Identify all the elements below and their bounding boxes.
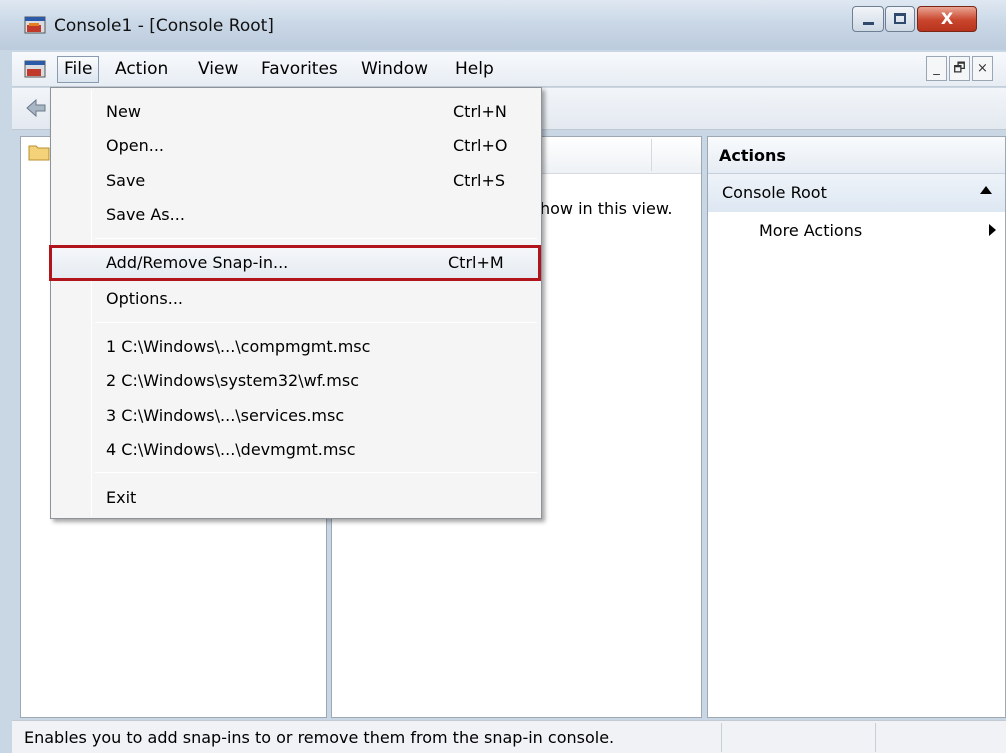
back-arrow-icon[interactable] (25, 98, 47, 118)
close-button[interactable]: X (917, 6, 977, 32)
menu-item-shortcut: Ctrl+O (453, 136, 508, 155)
folder-icon (28, 145, 50, 161)
menu-item-add-remove-snap-in[interactable]: Add/Remove Snap-in... Ctrl+M (49, 245, 541, 281)
title-bar: Console1 - [Console Root] X (0, 0, 1006, 50)
menu-item-label: Save As... (106, 205, 185, 224)
menu-item-recent-4[interactable]: 4 C:\Windows\...\devmgmt.msc (53, 435, 539, 465)
menu-separator (95, 238, 537, 239)
actions-group-console-root[interactable]: Console Root (708, 174, 1005, 212)
menu-favorites[interactable]: Favorites (255, 56, 344, 83)
mmc-app-icon (24, 16, 46, 34)
menu-item-new[interactable]: New Ctrl+N (53, 97, 539, 127)
menu-item-shortcut: Ctrl+N (453, 102, 507, 121)
maximize-icon (894, 13, 906, 24)
menu-item-recent-2[interactable]: 2 C:\Windows\system32\wf.msc (53, 366, 539, 396)
menu-window[interactable]: Window (355, 56, 434, 83)
menu-item-label: 3 C:\Windows\...\services.msc (106, 406, 345, 425)
menu-item-label: Open... (106, 136, 164, 155)
menu-separator (95, 472, 537, 473)
menu-item-recent-1[interactable]: 1 C:\Windows\...\compmgmt.msc (53, 332, 539, 362)
menu-item-label: New (106, 102, 141, 121)
menu-action[interactable]: Action (109, 56, 174, 83)
maximize-button[interactable] (885, 6, 915, 32)
menu-separator (95, 322, 537, 323)
menu-help[interactable]: Help (449, 56, 500, 83)
menu-view[interactable]: View (192, 56, 244, 83)
menu-item-label: 2 C:\Windows\system32\wf.msc (106, 371, 359, 390)
status-divider (875, 723, 876, 752)
menu-item-recent-3[interactable]: 3 C:\Windows\...\services.msc (53, 401, 539, 431)
menu-item-shortcut: Ctrl+M (448, 253, 504, 272)
console-icon[interactable] (24, 59, 46, 79)
menu-item-save-as[interactable]: Save As... (53, 200, 539, 230)
menu-item-open[interactable]: Open... Ctrl+O (53, 131, 539, 161)
menu-item-label: Add/Remove Snap-in... (106, 253, 289, 272)
column-separator (651, 139, 652, 171)
menu-item-label: 4 C:\Windows\...\devmgmt.msc (106, 440, 356, 459)
menu-file[interactable]: File (57, 56, 100, 83)
actions-header: Actions (708, 137, 1005, 174)
menu-item-label: Options... (106, 289, 183, 308)
menu-item-label: 1 C:\Windows\...\compmgmt.msc (106, 337, 371, 356)
mdi-close-button[interactable]: × (972, 56, 993, 81)
menu-item-label: Exit (106, 488, 137, 507)
menu-item-shortcut: Ctrl+S (453, 171, 506, 190)
menu-item-exit[interactable]: Exit (53, 483, 539, 513)
file-menu-dropdown: New Ctrl+N Open... Ctrl+O Save Ctrl+S Sa… (49, 87, 542, 519)
status-divider (721, 723, 722, 752)
minimize-icon (863, 22, 874, 25)
minimize-button[interactable] (852, 6, 884, 32)
menu-item-save[interactable]: Save Ctrl+S (53, 166, 539, 196)
submenu-arrow-icon (989, 224, 996, 236)
menu-item-label: Save (106, 171, 146, 190)
mdi-minimize-button[interactable]: _ (926, 56, 947, 81)
status-bar: Enables you to add snap-ins to or remove… (12, 720, 1006, 753)
empty-view-message: how in this view. (540, 199, 673, 218)
more-actions-item[interactable]: More Actions (759, 221, 862, 240)
collapse-up-icon[interactable] (980, 186, 992, 194)
mdi-restore-button[interactable]: 🗗 (949, 56, 970, 81)
window-title: Console1 - [Console Root] (54, 16, 274, 36)
menu-item-options[interactable]: Options... (53, 284, 539, 314)
menu-bar: File Action View Favorites Window Help _… (12, 52, 1006, 87)
actions-pane: Actions Console Root More Actions (707, 136, 1006, 718)
status-text: Enables you to add snap-ins to or remove… (24, 728, 615, 747)
